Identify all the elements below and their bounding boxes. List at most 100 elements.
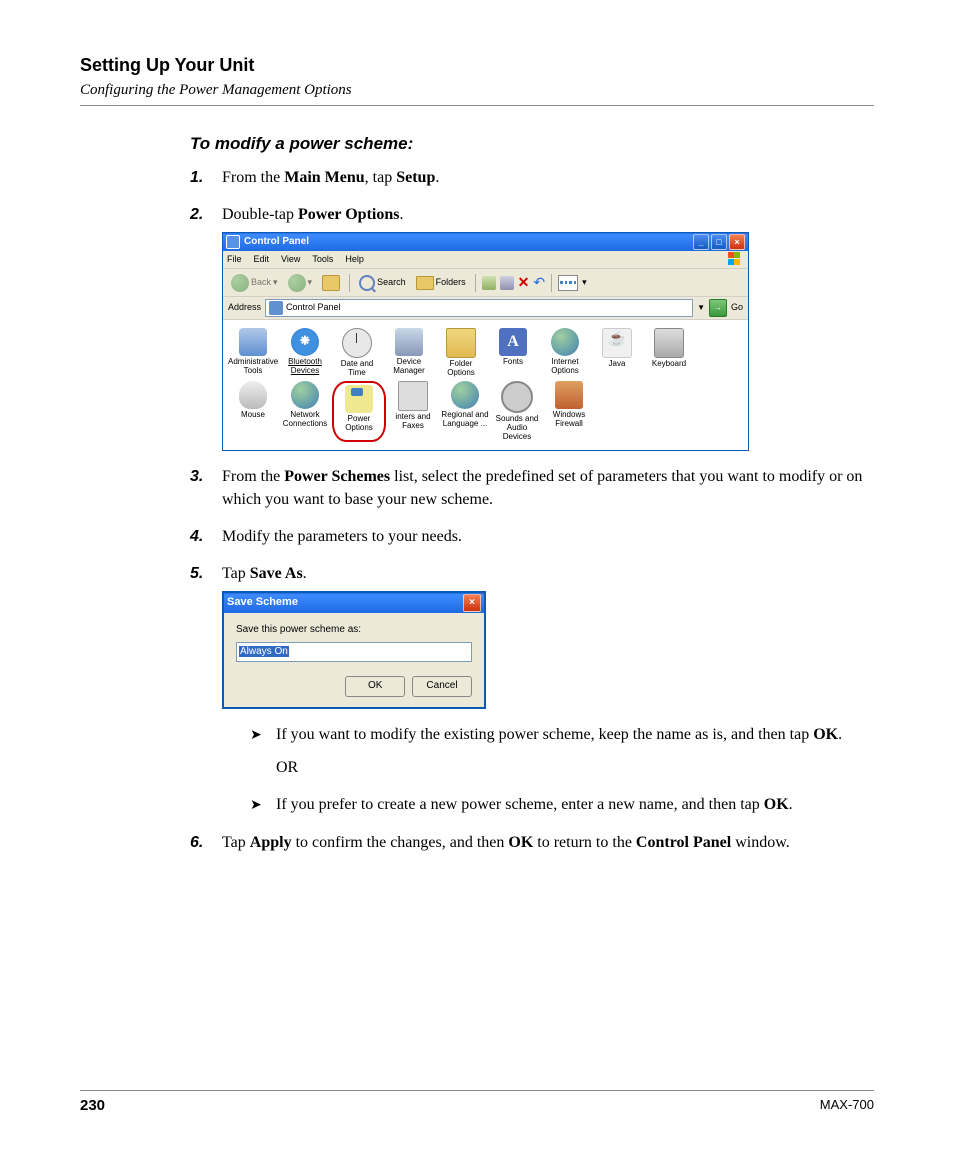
step-number: 4. <box>190 525 203 548</box>
step-6: 6.Tap Apply to confirm the changes, and … <box>190 831 874 854</box>
window-title: Control Panel <box>244 235 693 250</box>
cancel-button[interactable]: Cancel <box>412 676 472 697</box>
device-manager-icon <box>395 328 423 356</box>
menu-view[interactable]: View <box>281 253 300 266</box>
search-icon <box>359 275 375 291</box>
menu-tools[interactable]: Tools <box>312 253 333 266</box>
arrow-icon: ➤ <box>250 796 262 816</box>
printer-icon <box>398 381 428 411</box>
up-button[interactable] <box>319 274 343 292</box>
clock-icon <box>342 328 372 358</box>
menu-help[interactable]: Help <box>345 253 364 266</box>
step-number: 6. <box>190 831 203 854</box>
delete-icon[interactable]: ✕ <box>518 272 530 292</box>
go-button[interactable]: → <box>709 299 727 317</box>
java-icon <box>602 328 632 358</box>
admin-tools-icon <box>239 328 267 356</box>
folder-up-icon <box>322 275 340 291</box>
step-number: 2. <box>190 203 203 226</box>
titlebar-icon <box>226 235 240 249</box>
save-scheme-dialog: Save Scheme × Save this power scheme as:… <box>222 591 486 709</box>
dialog-titlebar[interactable]: Save Scheme × <box>224 593 484 613</box>
maximize-button[interactable]: □ <box>711 234 727 250</box>
firewall-icon <box>555 381 583 409</box>
cp-item-sounds[interactable]: Sounds and Audio Devices <box>492 381 542 441</box>
cp-item-device-manager[interactable]: Device Manager <box>384 328 434 378</box>
instruction-title: To modify a power scheme: <box>190 134 874 154</box>
cp-item-admin-tools[interactable]: Administrative Tools <box>228 328 278 378</box>
address-label: Address <box>228 301 261 314</box>
mouse-icon <box>239 381 267 409</box>
cp-item-keyboard[interactable]: Keyboard <box>644 328 694 378</box>
network-icon <box>291 381 319 409</box>
move-to-icon[interactable] <box>482 276 496 290</box>
or-text: OR <box>276 756 874 779</box>
bullet-create: ➤If you prefer to create a new power sch… <box>250 793 874 816</box>
cp-item-fonts[interactable]: AFonts <box>488 328 538 378</box>
step-number: 3. <box>190 465 203 488</box>
cp-item-mouse[interactable]: Mouse <box>228 381 278 441</box>
folders-button[interactable]: Folders <box>413 275 469 291</box>
toolbar: Back ▾ ▾ Search Folders ✕ ↶ ▾ <box>223 269 748 296</box>
dialog-close-button[interactable]: × <box>463 594 481 612</box>
cp-item-power-options[interactable]: Power Options <box>332 381 386 441</box>
arrow-icon: ➤ <box>250 726 262 746</box>
fonts-icon: A <box>499 328 527 356</box>
step-4: 4.Modify the parameters to your needs. <box>190 525 874 548</box>
chapter-title: Setting Up Your Unit <box>80 55 874 76</box>
ok-button[interactable]: OK <box>345 676 405 697</box>
folder-options-icon <box>446 328 476 358</box>
step-number: 5. <box>190 562 203 585</box>
search-button[interactable]: Search <box>356 274 409 292</box>
power-options-icon <box>345 385 373 413</box>
cp-item-folder-options[interactable]: Folder Options <box>436 328 486 378</box>
address-bar: Address Control Panel ▼ → Go <box>223 297 748 320</box>
undo-icon[interactable]: ↶ <box>533 272 545 292</box>
close-button[interactable]: × <box>729 234 745 250</box>
dialog-title: Save Scheme <box>227 595 463 611</box>
model-number: MAX-700 <box>820 1097 874 1114</box>
forward-button[interactable]: ▾ <box>285 273 316 293</box>
views-button[interactable] <box>558 275 578 291</box>
step-1: 1.From the Main Menu, tap Setup. <box>190 166 874 189</box>
header-rule <box>80 105 874 106</box>
keyboard-icon <box>654 328 684 358</box>
back-icon <box>231 274 249 292</box>
bullet-modify: ➤If you want to modify the existing powe… <box>250 723 874 779</box>
copy-to-icon[interactable] <box>500 276 514 290</box>
cp-item-bluetooth[interactable]: ⁕Bluetooth Devices <box>280 328 330 378</box>
cp-item-printers[interactable]: inters and Faxes <box>388 381 438 441</box>
back-button[interactable]: Back ▾ <box>228 273 281 293</box>
control-panel-icon <box>269 301 283 315</box>
go-label: Go <box>731 301 743 314</box>
dialog-label: Save this power scheme as: <box>236 623 472 638</box>
regional-icon <box>451 381 479 409</box>
cp-item-regional[interactable]: Regional and Language ... <box>440 381 490 441</box>
windows-logo-icon <box>728 252 744 266</box>
page-header: Setting Up Your Unit Configuring the Pow… <box>80 55 874 106</box>
page-number: 230 <box>80 1097 105 1114</box>
step-5: 5.Tap Save As. Save Scheme × Save this p… <box>190 562 874 816</box>
globe-icon <box>551 328 579 356</box>
address-input[interactable]: Control Panel <box>265 299 693 317</box>
chapter-subtitle: Configuring the Power Management Options <box>80 82 874 99</box>
bluetooth-icon: ⁕ <box>291 328 319 356</box>
scheme-name-input[interactable]: Always On <box>236 642 472 663</box>
speaker-icon <box>501 381 533 413</box>
step-2: 2.Double-tap Power Options. Control Pane… <box>190 203 874 451</box>
cp-item-date-time[interactable]: Date and Time <box>332 328 382 378</box>
step-number: 1. <box>190 166 203 189</box>
folders-icon <box>416 276 434 290</box>
control-panel-body: Administrative Tools ⁕Bluetooth Devices … <box>223 320 748 450</box>
menu-edit[interactable]: Edit <box>254 253 270 266</box>
forward-icon <box>288 274 306 292</box>
cp-item-firewall[interactable]: Windows Firewall <box>544 381 594 441</box>
cp-item-network[interactable]: Network Connections <box>280 381 330 441</box>
cp-item-internet-options[interactable]: Internet Options <box>540 328 590 378</box>
cp-item-java[interactable]: Java <box>592 328 642 378</box>
page-footer: 230 MAX-700 <box>80 1084 874 1114</box>
menu-file[interactable]: File <box>227 253 242 266</box>
minimize-button[interactable]: _ <box>693 234 709 250</box>
control-panel-window: Control Panel _ □ × File Edit View Tools… <box>222 232 749 450</box>
titlebar[interactable]: Control Panel _ □ × <box>223 233 748 251</box>
